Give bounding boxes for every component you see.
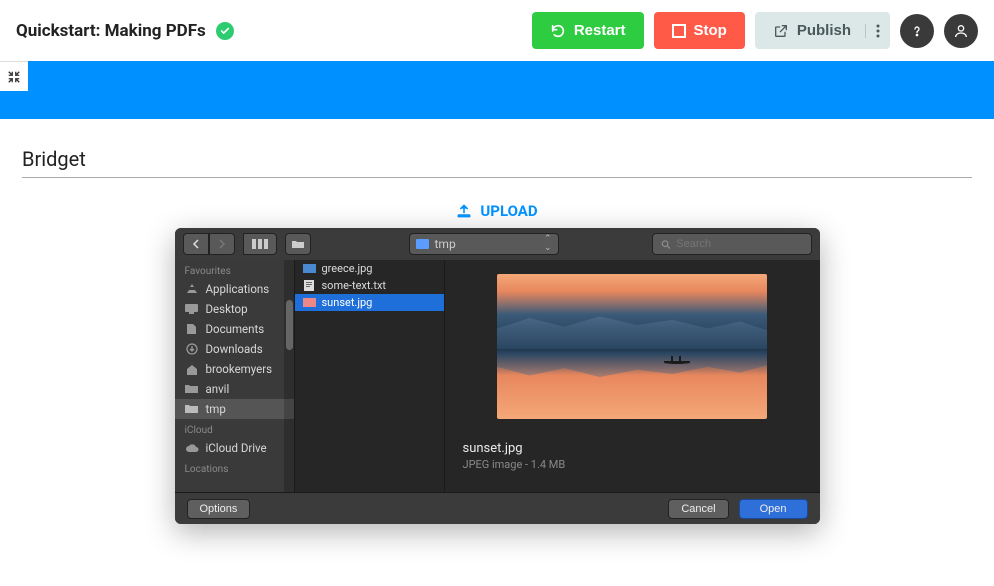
sidebar-item-icloud-drive[interactable]: iCloud Drive: [175, 438, 294, 458]
sidebar-item-home[interactable]: brookemyers: [175, 359, 294, 379]
view-columns-button[interactable]: [243, 233, 277, 255]
blue-bar: [0, 61, 994, 119]
stop-icon: [672, 24, 686, 38]
path-selector[interactable]: tmp ⌃⌄: [409, 233, 559, 255]
restart-button[interactable]: Restart: [532, 12, 644, 49]
file-list: greece.jpg some-text.txt sunset.jpg: [295, 260, 445, 492]
sidebar-section-locations: Locations: [175, 458, 294, 477]
preview-subtitle: JPEG image - 1.4 MB: [463, 458, 566, 471]
sidebar-item-downloads[interactable]: Downloads: [175, 339, 294, 359]
file-preview: sunset.jpg JPEG image - 1.4 MB: [445, 260, 820, 492]
account-button[interactable]: [944, 14, 978, 48]
file-picker-dialog: tmp ⌃⌄ Favourites Applications Desktop D…: [175, 228, 820, 524]
cloud-icon: [185, 442, 199, 454]
content-area: Bridget UPLOAD tmp ⌃⌄: [0, 119, 994, 552]
search-input[interactable]: [676, 238, 802, 250]
options-button[interactable]: Options: [187, 499, 251, 519]
downloads-icon: [185, 343, 199, 355]
preview-filename: sunset.jpg: [463, 441, 566, 456]
scrollbar-thumb[interactable]: [286, 300, 293, 350]
file-item[interactable]: sunset.jpg: [295, 294, 444, 311]
status-ok-icon: [216, 22, 234, 40]
folder-icon: [185, 383, 199, 395]
file-picker-body: Favourites Applications Desktop Document…: [175, 260, 820, 492]
user-icon: [953, 23, 969, 39]
open-button[interactable]: Open: [739, 499, 808, 519]
preview-image: [497, 274, 767, 419]
top-bar-right: Restart Stop Publish: [532, 12, 978, 49]
sidebar-scrollbar[interactable]: [284, 260, 294, 492]
stop-button[interactable]: Stop: [654, 12, 745, 49]
publish-more-icon[interactable]: [865, 24, 880, 38]
apps-icon: [185, 283, 199, 295]
folder-icon: [416, 239, 429, 249]
columns-icon: [252, 239, 268, 249]
documents-icon: [185, 323, 199, 335]
sidebar-item-documents[interactable]: Documents: [175, 319, 294, 339]
search-icon: [661, 239, 671, 250]
help-icon: [909, 23, 925, 39]
sidebar-item-tmp[interactable]: tmp: [175, 399, 294, 419]
folder-icon: [185, 403, 199, 415]
image-file-icon: [303, 297, 316, 308]
upload-icon: [456, 203, 472, 219]
upload-button[interactable]: UPLOAD: [22, 202, 972, 220]
forward-button[interactable]: [209, 233, 235, 255]
file-picker-sidebar: Favourites Applications Desktop Document…: [175, 260, 295, 492]
file-item[interactable]: some-text.txt: [295, 277, 444, 294]
publish-button[interactable]: Publish: [755, 12, 890, 49]
search-field[interactable]: [652, 233, 812, 255]
chevron-right-icon: [218, 239, 226, 249]
top-bar-left: Quickstart: Making PDFs: [16, 21, 234, 41]
sidebar-item-desktop[interactable]: Desktop: [175, 299, 294, 319]
sidebar-item-anvil[interactable]: anvil: [175, 379, 294, 399]
external-link-icon: [773, 23, 789, 39]
top-bar: Quickstart: Making PDFs Restart Stop Pub…: [0, 0, 994, 61]
file-picker-footer: Options Cancel Open: [175, 492, 820, 524]
chevron-left-icon: [192, 239, 200, 249]
back-button[interactable]: [183, 233, 209, 255]
collapse-button[interactable]: [0, 61, 28, 91]
image-file-icon: [303, 263, 316, 274]
file-item[interactable]: greece.jpg: [295, 260, 444, 277]
refresh-icon: [550, 23, 566, 39]
section-title: Bridget: [22, 147, 972, 178]
sidebar-item-applications[interactable]: Applications: [175, 279, 294, 299]
text-file-icon: [303, 280, 316, 291]
nav-buttons: [183, 233, 235, 255]
file-picker-toolbar: tmp ⌃⌄: [175, 228, 820, 260]
help-button[interactable]: [900, 14, 934, 48]
group-button[interactable]: [285, 233, 311, 255]
chevron-updown-icon: ⌃⌄: [544, 235, 552, 253]
cancel-button[interactable]: Cancel: [668, 499, 728, 519]
page-title: Quickstart: Making PDFs: [16, 21, 206, 41]
folder-icon: [291, 239, 305, 249]
home-icon: [185, 363, 199, 375]
preview-meta: sunset.jpg JPEG image - 1.4 MB: [463, 441, 566, 471]
sidebar-section-icloud: iCloud: [175, 419, 294, 438]
desktop-icon: [185, 303, 199, 315]
sidebar-section-favourites: Favourites: [175, 260, 294, 279]
collapse-icon: [7, 70, 21, 84]
view-buttons: [243, 233, 277, 255]
